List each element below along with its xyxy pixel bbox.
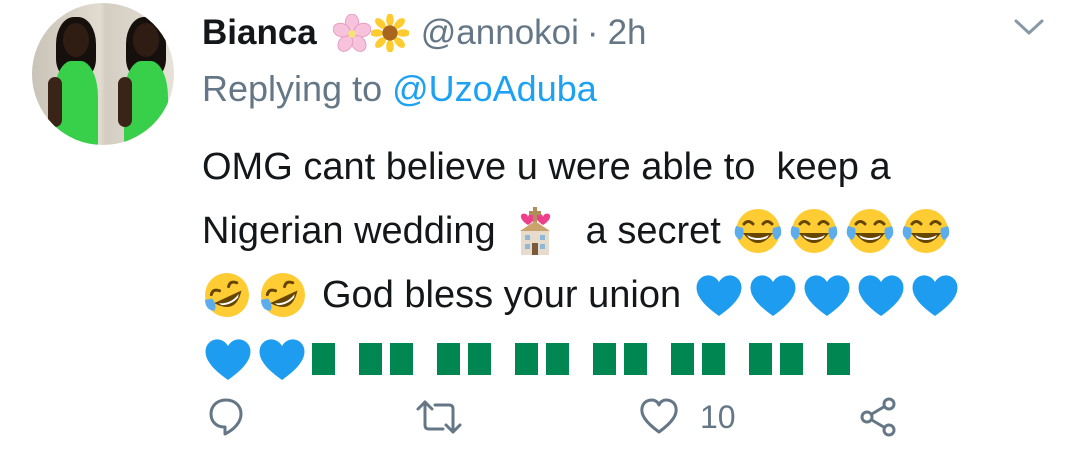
separator-dot: · bbox=[586, 13, 599, 52]
joy-emoji-icon bbox=[734, 209, 782, 253]
blue-heart-icon bbox=[912, 275, 958, 316]
tweet-header: Bianca @annokoi · 2h bbox=[202, 10, 647, 56]
tweet-text-line-3: God bless your union bbox=[322, 274, 682, 316]
tweet-line: Nigerian wedding a secret bbox=[202, 199, 1062, 263]
tweet-line bbox=[202, 327, 1062, 391]
nigeria-flag-icon bbox=[468, 343, 538, 375]
avatar-figure bbox=[118, 17, 168, 145]
share-button[interactable] bbox=[858, 392, 900, 442]
sunflower-icon bbox=[370, 14, 409, 52]
tweet-line: OMG cant believe u were able to keep a bbox=[202, 135, 1062, 199]
tweet-line: God bless your union bbox=[202, 263, 1062, 327]
blue-heart-icon bbox=[858, 275, 904, 316]
name-emojis bbox=[332, 14, 409, 52]
joy-emoji-icon bbox=[790, 209, 838, 253]
blue-heart-icon bbox=[205, 339, 251, 380]
blue-heart-icon bbox=[696, 275, 742, 316]
rofl-emoji-icon bbox=[204, 273, 249, 317]
reply-button[interactable] bbox=[208, 392, 244, 442]
heart-icon bbox=[640, 398, 678, 434]
like-count: 10 bbox=[700, 398, 736, 435]
nigeria-flag-icon bbox=[624, 343, 694, 375]
blue-heart-icon bbox=[804, 275, 850, 316]
nigeria-flag-icon bbox=[780, 343, 850, 375]
retweet-button[interactable] bbox=[414, 392, 464, 442]
joy-emoji-icon bbox=[846, 209, 894, 253]
blue-heart-icon bbox=[750, 275, 796, 316]
joy-emoji-icon bbox=[902, 209, 950, 253]
blue-heart-icon bbox=[259, 339, 305, 380]
reply-mention-link[interactable]: @UzoAduba bbox=[392, 68, 597, 109]
chevron-down-icon[interactable] bbox=[1012, 16, 1046, 38]
wedding-icon bbox=[519, 207, 550, 255]
nigeria-flag-icon bbox=[702, 343, 772, 375]
author-handle[interactable]: @annokoi bbox=[421, 13, 579, 53]
nigeria-flag-icon bbox=[546, 343, 616, 375]
author-name[interactable]: Bianca bbox=[202, 13, 317, 53]
avatar-figure bbox=[48, 17, 98, 145]
tweet-text-line-2a: Nigerian wedding bbox=[202, 210, 496, 252]
tweet-text-line-2b: a secret bbox=[585, 210, 721, 252]
reply-icon bbox=[209, 398, 243, 436]
tweet-text: OMG cant believe u were able to keep a N… bbox=[202, 135, 1062, 391]
cherry-blossom-icon bbox=[332, 14, 371, 52]
share-icon bbox=[860, 397, 896, 437]
nigeria-flag-icon bbox=[390, 343, 460, 375]
avatar[interactable] bbox=[32, 3, 174, 145]
rofl-emoji-icon bbox=[260, 273, 305, 317]
nigeria-flag-icon bbox=[312, 343, 382, 375]
like-button[interactable]: 10 bbox=[638, 392, 736, 442]
timestamp[interactable]: 2h bbox=[608, 13, 647, 53]
tweet-text-line-1: OMG cant believe u were able to keep a bbox=[202, 146, 891, 188]
replying-to: Replying to @UzoAduba bbox=[202, 68, 597, 114]
replying-to-label: Replying to bbox=[202, 68, 393, 109]
retweet-icon bbox=[416, 400, 462, 434]
tweet-actions: 10 bbox=[0, 392, 1080, 442]
